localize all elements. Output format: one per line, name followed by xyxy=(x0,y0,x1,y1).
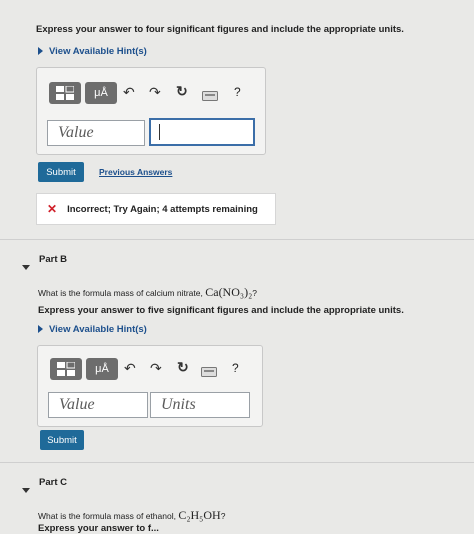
help-icon[interactable]: ? xyxy=(234,85,241,99)
redo-icon[interactable]: ↷ xyxy=(150,360,162,377)
part-c-question: What is the formula mass of ethanol, C₂H… xyxy=(38,508,225,523)
part-a-submit-button[interactable]: Submit xyxy=(38,162,84,182)
part-c-title: Part C xyxy=(39,477,67,488)
templates-icon xyxy=(56,86,74,100)
question-text: What is the formula mass of ethanol, xyxy=(38,511,179,521)
part-b-instruction: Express your answer to five significant … xyxy=(38,305,404,316)
undo-icon[interactable]: ↶ xyxy=(124,360,136,377)
part-b-value-input[interactable]: Value xyxy=(48,392,148,418)
units-button[interactable]: μÅ xyxy=(86,358,118,380)
keyboard-icon[interactable] xyxy=(201,364,217,382)
caret-down-icon xyxy=(22,488,30,493)
question-suffix: ? xyxy=(220,511,226,521)
reset-icon[interactable]: ↻ xyxy=(177,359,189,376)
part-a-answer-box: μÅ ↶ ↷ ↻ ? Value xyxy=(36,67,266,155)
part-a-units-input[interactable] xyxy=(149,118,255,146)
part-b-title: Part B xyxy=(39,254,67,265)
hints-label: View Available Hint(s) xyxy=(49,324,147,335)
units-button[interactable]: μÅ xyxy=(85,82,117,104)
section-divider xyxy=(0,239,474,240)
caret-right-icon xyxy=(38,325,43,334)
part-b-answer-box: μÅ ↶ ↷ ↻ ? Value Units xyxy=(37,345,263,427)
part-b-collapse-toggle[interactable] xyxy=(22,257,30,275)
caret-down-icon xyxy=(22,265,30,270)
templates-icon xyxy=(57,362,75,376)
help-icon[interactable]: ? xyxy=(232,361,239,375)
part-b-question: What is the formula mass of calcium nitr… xyxy=(38,285,257,300)
formula: C₂H₅OH xyxy=(178,508,221,522)
templates-button[interactable] xyxy=(50,358,82,380)
part-b-submit-button[interactable]: Submit xyxy=(40,430,84,450)
part-a-value-input[interactable]: Value xyxy=(47,120,145,146)
part-a-hints-toggle[interactable]: View Available Hint(s) xyxy=(38,46,147,57)
text-cursor xyxy=(159,124,160,140)
caret-right-icon xyxy=(38,47,43,56)
part-b-hints-toggle[interactable]: View Available Hint(s) xyxy=(38,324,147,335)
reset-icon[interactable]: ↻ xyxy=(176,83,188,100)
part-c-instruction: Express your answer to f... xyxy=(38,523,159,534)
templates-button[interactable] xyxy=(49,82,81,104)
part-a-feedback: ✕ Incorrect; Try Again; 4 attempts remai… xyxy=(36,193,276,225)
section-divider xyxy=(0,462,474,463)
previous-answers-link[interactable]: Previous Answers xyxy=(99,167,172,177)
part-b-units-input[interactable]: Units xyxy=(150,392,250,418)
undo-icon[interactable]: ↶ xyxy=(123,84,135,101)
question-text: What is the formula mass of calcium nitr… xyxy=(38,288,206,298)
feedback-text: Incorrect; Try Again; 4 attempts remaini… xyxy=(67,203,258,215)
part-a-instruction: Express your answer to four significant … xyxy=(36,24,404,35)
redo-icon[interactable]: ↷ xyxy=(149,84,161,101)
question-suffix: ? xyxy=(252,288,257,298)
keyboard-icon[interactable] xyxy=(202,88,218,106)
incorrect-x-icon: ✕ xyxy=(47,202,58,216)
part-c-collapse-toggle[interactable] xyxy=(22,480,30,498)
formula: Ca(NO₃)₂ xyxy=(205,285,253,299)
hints-label: View Available Hint(s) xyxy=(49,46,147,57)
